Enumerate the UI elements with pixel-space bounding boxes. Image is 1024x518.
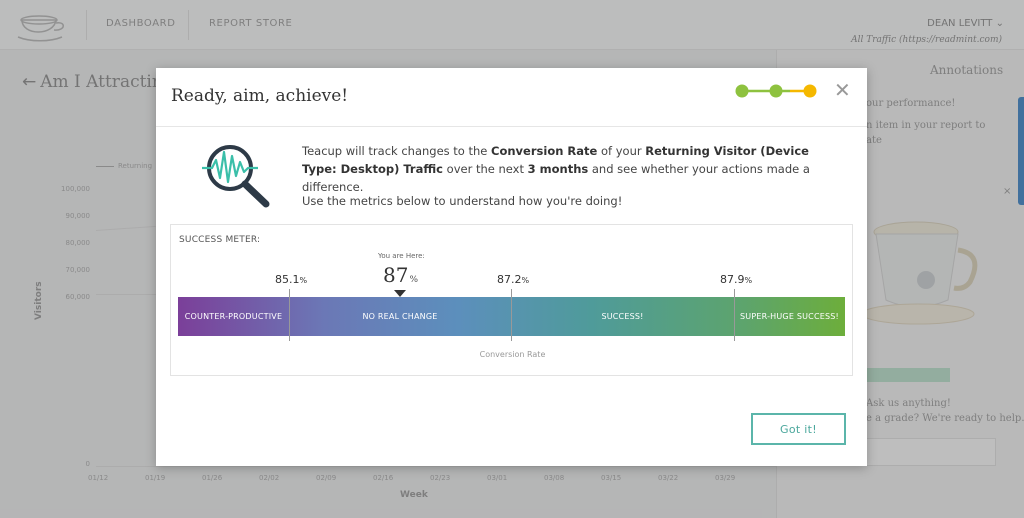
segment-success: SUCCESS! — [601, 312, 644, 321]
metric-name: Conversion Rate — [491, 144, 598, 158]
meter-axis-label: Conversion Rate — [479, 350, 546, 359]
modal-message: Teacup will track changes to the Convers… — [302, 142, 842, 196]
threshold-label: 87.2% — [497, 273, 529, 286]
modal-header: Ready, aim, achieve! ✕ — [156, 68, 867, 127]
step-dot-current — [803, 84, 817, 98]
step-progress-indicator — [735, 84, 817, 98]
threshold-line — [734, 289, 735, 341]
goal-modal: Ready, aim, achieve! ✕ Teacup will track… — [156, 68, 867, 466]
threshold-value: 85.1 — [275, 273, 300, 286]
msg-mid: of your — [597, 144, 646, 158]
threshold-line — [511, 289, 512, 341]
meter-title: SUCCESS METER: — [179, 235, 261, 245]
duration: 3 months — [527, 162, 589, 176]
segment-counter-productive: COUNTER-PRODUCTIVE — [184, 312, 283, 321]
current-position-marker — [394, 290, 406, 297]
current-value: 87% — [383, 263, 418, 287]
step-dot — [769, 84, 783, 98]
modal-instruction: Use the metrics below to understand how … — [302, 194, 623, 208]
threshold-label: 85.1% — [275, 273, 307, 286]
percent-sign: % — [744, 276, 753, 285]
msg-over: over the next — [443, 162, 528, 176]
close-icon[interactable]: ✕ — [834, 80, 851, 100]
threshold-value: 87.2 — [497, 273, 522, 286]
threshold-label: 87.9% — [720, 273, 752, 286]
percent-sign: % — [409, 275, 419, 285]
segment-no-real-change: NO REAL CHANGE — [362, 312, 438, 321]
threshold-value: 87.9 — [720, 273, 745, 286]
magnifier-icon — [202, 145, 270, 208]
current-value-number: 87 — [383, 263, 409, 287]
step-dot — [735, 84, 749, 98]
you-are-here-label: You are Here: — [378, 252, 425, 260]
modal-title: Ready, aim, achieve! — [171, 86, 349, 106]
msg-intro: Teacup will track changes to the — [302, 144, 492, 158]
percent-sign: % — [521, 276, 530, 285]
got-it-button[interactable]: Got it! — [751, 413, 846, 445]
percent-sign: % — [299, 276, 308, 285]
success-meter: SUCCESS METER: You are Here: 87% 85.1% 8… — [170, 224, 853, 376]
segment-super-huge-success: SUPER-HUGE SUCCESS! — [740, 312, 839, 321]
threshold-line — [289, 289, 290, 341]
